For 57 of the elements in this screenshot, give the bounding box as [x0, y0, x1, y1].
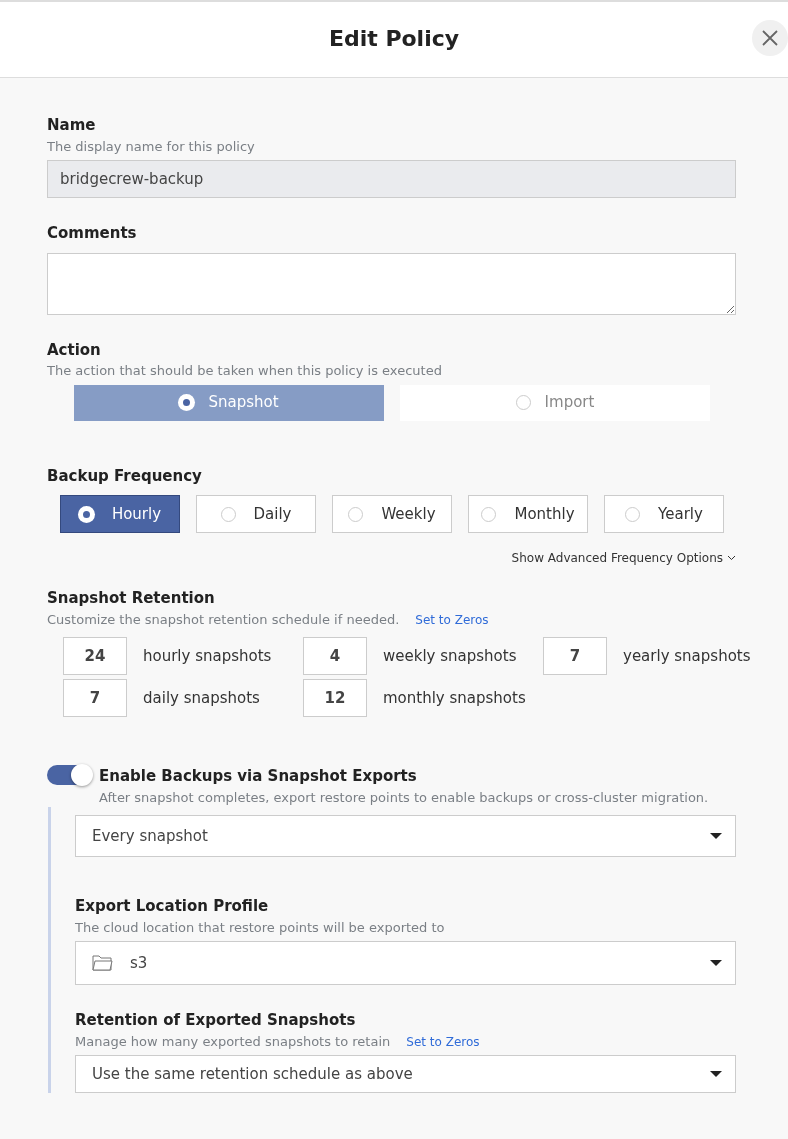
field-hint: Customize the snapshot retention schedule if needed.	[47, 610, 400, 629]
number-field[interactable]: 4	[303, 637, 367, 675]
field-label: Snapshot Retention	[47, 588, 216, 609]
frequency-option[interactable]: Monthly	[468, 495, 588, 533]
name-field: bridgecrew-backup	[47, 160, 736, 198]
location-dropdown[interactable]: s3	[75, 941, 736, 985]
set-to-zeros-link[interactable]: Set to Zeros	[406, 1032, 480, 1051]
caret-icon	[709, 832, 723, 840]
folder-icon	[92, 953, 114, 973]
field-label: Name	[47, 115, 97, 136]
field-label: Action	[47, 339, 102, 361]
radio-icon	[515, 395, 531, 410]
number-field[interactable]: 12	[303, 679, 367, 717]
field-hint: The display name for this policy	[47, 137, 256, 156]
dropdown-value: s3	[130, 952, 148, 974]
field-label: weekly snapshots	[383, 645, 517, 667]
radio-icon	[220, 506, 236, 522]
dropdown-value: Every snapshot	[92, 825, 208, 847]
frequency-option[interactable]: Yearly	[604, 495, 724, 533]
field-label: Comments	[47, 223, 138, 244]
field-label: hourly snapshots	[143, 645, 272, 667]
number-field[interactable]: 24	[63, 637, 127, 675]
frequency-option[interactable]: Hourly	[60, 495, 180, 533]
schedule-dropdown[interactable]: Every snapshot	[75, 815, 736, 857]
frequency-option[interactable]: Daily	[196, 495, 316, 533]
toggle-switch[interactable]	[47, 765, 91, 785]
caret-icon	[709, 1070, 723, 1078]
field-hint: The action that should be taken when this policy is executed	[47, 362, 443, 380]
close-icon	[761, 29, 779, 47]
field-label: monthly snapshots	[383, 687, 526, 709]
radio-icon	[78, 506, 94, 522]
field-hint: After snapshot completes, export restore points to enable backups or cross-cluster migration.	[99, 788, 709, 807]
dialog-title: Edit Policy	[328, 26, 460, 53]
set-to-zeros-link[interactable]: Set to Zeros	[415, 610, 489, 629]
field-label: Backup Frequency	[47, 465, 203, 487]
close-button[interactable]	[752, 20, 788, 56]
number-field[interactable]: 7	[63, 679, 127, 717]
field-label: Export Location Profile	[75, 896, 270, 917]
number-field[interactable]: 7	[543, 637, 607, 675]
chevron-down-icon	[727, 555, 736, 561]
action-option[interactable]: Import	[400, 384, 710, 421]
radio-icon	[625, 506, 641, 522]
radio-icon	[348, 506, 364, 522]
field-label: yearly snapshots	[623, 645, 751, 667]
radio-icon	[481, 506, 497, 522]
field-label: Retention of Exported Snapshots	[75, 1010, 357, 1031]
field-label: daily snapshots	[143, 687, 260, 709]
field-hint: The cloud location that restore points will be exported to	[75, 918, 446, 937]
field-label: Enable Backups via Snapshot Exports	[99, 766, 418, 787]
retention-dropdown[interactable]: Use the same retention schedule as above	[75, 1055, 736, 1093]
dropdown-value: Use the same retention schedule as above	[92, 1063, 413, 1085]
frequency-option[interactable]: Weekly	[332, 495, 452, 533]
field-hint: Manage how many exported snapshots to retain	[75, 1032, 391, 1051]
comments-field[interactable]	[47, 252, 736, 315]
radio-icon	[179, 395, 195, 410]
caret-icon	[709, 959, 723, 967]
advanced-options-link[interactable]: Show Advanced Frequency Options	[511, 549, 736, 567]
